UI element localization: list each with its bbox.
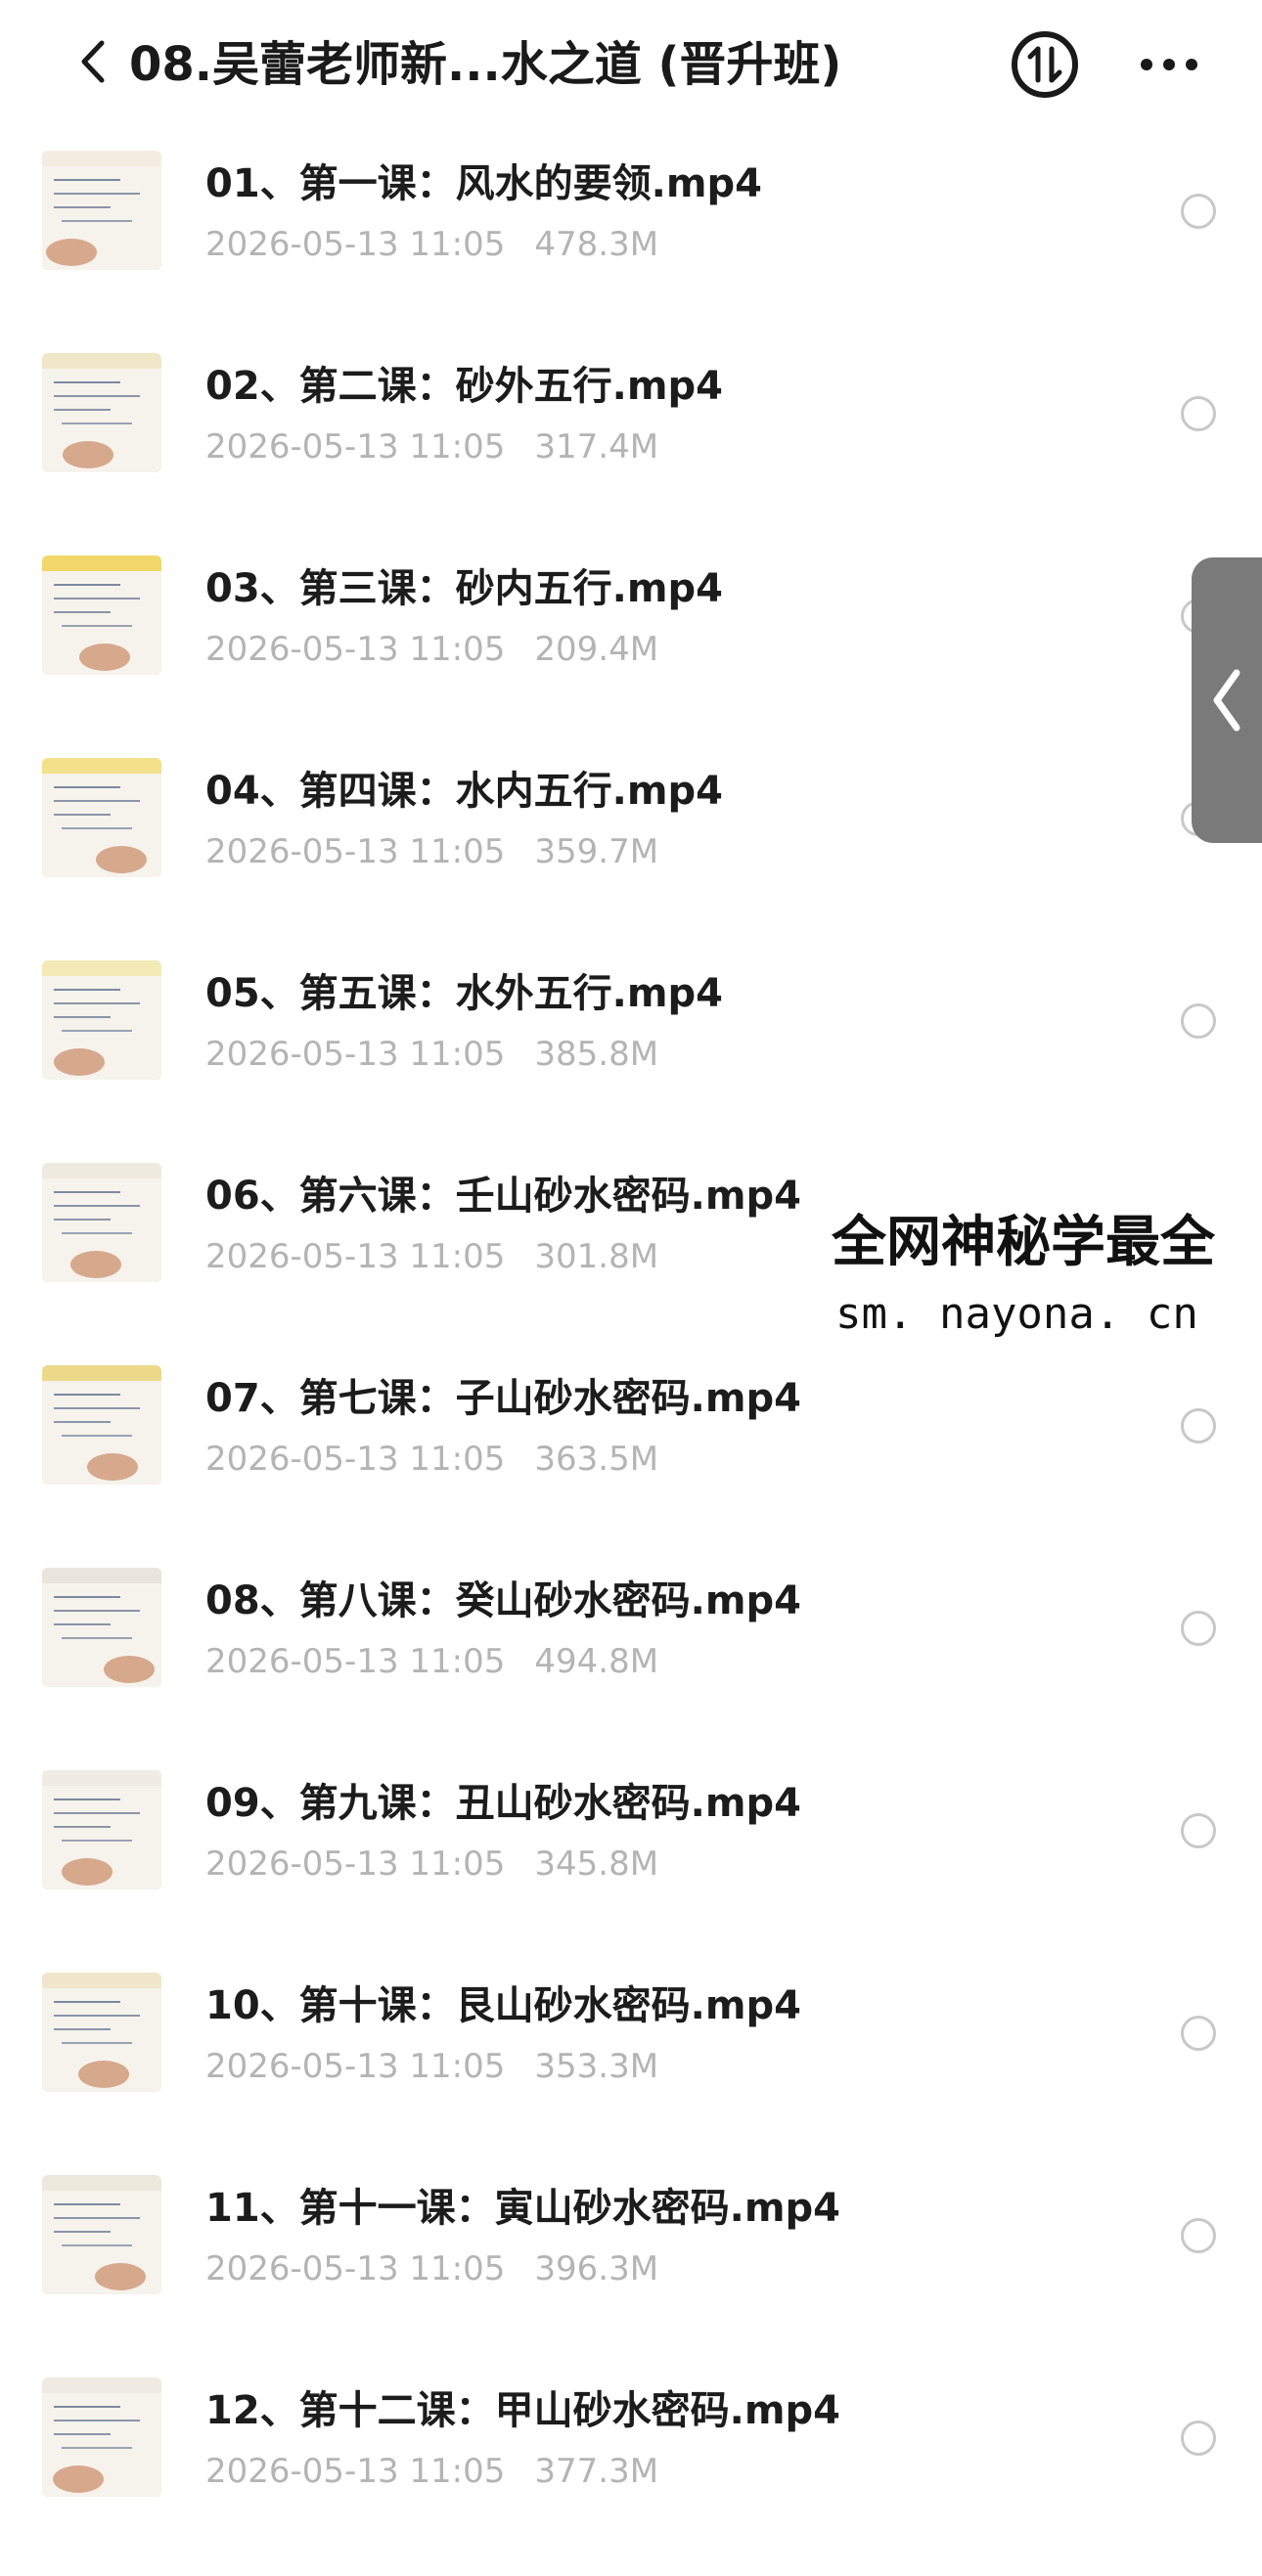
file-size: 396.3M	[534, 2249, 659, 2288]
file-size: 345.8M	[534, 1844, 659, 1884]
file-date: 2026-05-13 11:05	[205, 630, 506, 669]
file-name: 07、第七课：子山砂水密码.mp4	[205, 1376, 802, 1421]
video-thumbnail	[42, 960, 161, 1080]
file-meta: 2026-05-13 11:05 363.5M	[205, 1436, 658, 1483]
file-meta: 2026-05-13 11:05 377.3M	[205, 2448, 658, 2495]
file-row[interactable]: 10、第十课：艮山砂水密码.mp4 2026-05-13 11:05 353.3M	[0, 1959, 1262, 2161]
more-dots-icon[interactable]	[1135, 43, 1203, 86]
file-date: 2026-05-13 11:05	[205, 1642, 506, 1681]
file-name: 05、第五课：水外五行.mp4	[205, 971, 724, 1016]
video-thumbnail	[42, 1973, 161, 2092]
file-size: 301.8M	[534, 1237, 659, 1276]
file-size: 359.7M	[534, 832, 659, 871]
file-meta: 2026-05-13 11:05 478.3M	[205, 221, 658, 268]
select-radio[interactable]	[1181, 396, 1216, 431]
file-size: 478.3M	[534, 225, 659, 264]
file-meta: 2026-05-13 11:05 209.4M	[205, 626, 658, 673]
file-name: 12、第十二课：甲山砂水密码.mp4	[205, 2388, 841, 2433]
file-list-screen: 08.吴蕾老师新...水之道 (晋升班) 01、第一课：风水的要领.mp4 202…	[0, 0, 1262, 2576]
file-size: 353.3M	[534, 2047, 659, 2086]
chevron-left-icon[interactable]	[70, 37, 119, 86]
file-meta: 2026-05-13 11:05 353.3M	[205, 2043, 658, 2090]
file-size: 385.8M	[534, 1035, 659, 1074]
select-radio[interactable]	[1181, 1003, 1216, 1039]
select-radio[interactable]	[1181, 2218, 1216, 2253]
video-thumbnail	[42, 1568, 161, 1687]
file-row[interactable]: 05、第五课：水外五行.mp4 2026-05-13 11:05 385.8M	[0, 947, 1262, 1149]
video-thumbnail	[42, 151, 161, 270]
sort-swap-icon[interactable]	[1010, 29, 1080, 100]
file-name: 10、第十课：艮山砂水密码.mp4	[205, 1983, 802, 2028]
file-date: 2026-05-13 11:05	[205, 832, 506, 871]
file-row[interactable]: 02、第二课：砂外五行.mp4 2026-05-13 11:05 317.4M	[0, 339, 1262, 542]
file-name: 01、第一课：风水的要领.mp4	[205, 161, 763, 206]
file-row[interactable]: 04、第四课：水内五行.mp4 2026-05-13 11:05 359.7M	[0, 744, 1262, 947]
video-thumbnail	[42, 2377, 161, 2497]
watermark-url: sm. nayona. cn	[835, 1289, 1198, 1339]
file-date: 2026-05-13 11:05	[205, 1440, 506, 1479]
side-drawer-tab[interactable]	[1192, 557, 1262, 843]
video-thumbnail	[42, 1770, 161, 1889]
file-name: 11、第十一课：寅山砂水密码.mp4	[205, 2186, 841, 2231]
file-meta: 2026-05-13 11:05 385.8M	[205, 1031, 658, 1078]
select-radio[interactable]	[1181, 2421, 1216, 2456]
file-date: 2026-05-13 11:05	[205, 225, 506, 264]
file-meta: 2026-05-13 11:05 494.8M	[205, 1638, 658, 1685]
file-row[interactable]: 08、第八课：癸山砂水密码.mp4 2026-05-13 11:05 494.8M	[0, 1554, 1262, 1756]
file-row[interactable]: 12、第十二课：甲山砂水密码.mp4 2026-05-13 11:05 377.3M	[0, 2364, 1262, 2566]
file-date: 2026-05-13 11:05	[205, 427, 506, 466]
select-radio[interactable]	[1181, 1611, 1216, 1646]
video-thumbnail	[42, 2175, 161, 2294]
file-size: 209.4M	[534, 630, 659, 669]
file-meta: 2026-05-13 11:05 345.8M	[205, 1841, 658, 1888]
file-meta: 2026-05-13 11:05 396.3M	[205, 2245, 658, 2292]
file-row[interactable]: 03、第三课：砂内五行.mp4 2026-05-13 11:05 209.4M	[0, 542, 1262, 744]
video-thumbnail	[42, 353, 161, 472]
file-date: 2026-05-13 11:05	[205, 2452, 506, 2491]
file-meta: 2026-05-13 11:05 359.7M	[205, 828, 658, 875]
file-date: 2026-05-13 11:05	[205, 1844, 506, 1884]
file-name: 02、第二课：砂外五行.mp4	[205, 364, 724, 409]
file-name: 04、第四课：水内五行.mp4	[205, 769, 724, 814]
video-thumbnail	[42, 555, 161, 675]
file-meta: 2026-05-13 11:05 317.4M	[205, 423, 658, 470]
file-row[interactable]: 09、第九课：丑山砂水密码.mp4 2026-05-13 11:05 345.8M	[0, 1756, 1262, 1959]
watermark-text: 全网神秘学最全	[832, 1211, 1215, 1274]
select-radio[interactable]	[1181, 194, 1216, 229]
video-thumbnail	[42, 758, 161, 877]
top-bar: 08.吴蕾老师新...水之道 (晋升班)	[0, 0, 1262, 137]
file-date: 2026-05-13 11:05	[205, 1237, 506, 1276]
file-date: 2026-05-13 11:05	[205, 2047, 506, 2086]
select-radio[interactable]	[1181, 2016, 1216, 2051]
file-row[interactable]: 07、第七课：子山砂水密码.mp4 2026-05-13 11:05 363.5M	[0, 1352, 1262, 1554]
file-size: 317.4M	[534, 427, 659, 466]
file-name: 09、第九课：丑山砂水密码.mp4	[205, 1781, 802, 1826]
file-meta: 2026-05-13 11:05 301.8M	[205, 1233, 658, 1280]
file-size: 377.3M	[534, 2452, 659, 2491]
select-radio[interactable]	[1181, 1408, 1216, 1443]
video-thumbnail	[42, 1163, 161, 1282]
file-row[interactable]: 01、第一课：风水的要领.mp4 2026-05-13 11:05 478.3M	[0, 137, 1262, 339]
watermark: 全网神秘学最全 sm. nayona. cn	[832, 1201, 1262, 1357]
file-row[interactable]: 11、第十一课：寅山砂水密码.mp4 2026-05-13 11:05 396.3M	[0, 2161, 1262, 2364]
file-date: 2026-05-13 11:05	[205, 1035, 506, 1074]
select-radio[interactable]	[1181, 1813, 1216, 1848]
folder-title: 08.吴蕾老师新...水之道 (晋升班)	[129, 37, 842, 92]
chevron-left-icon	[1213, 669, 1240, 732]
file-name: 03、第三课：砂内五行.mp4	[205, 566, 724, 611]
file-size: 494.8M	[534, 1642, 659, 1681]
video-thumbnail	[42, 1365, 161, 1485]
file-name: 08、第八课：癸山砂水密码.mp4	[205, 1578, 802, 1623]
file-date: 2026-05-13 11:05	[205, 2249, 506, 2288]
file-size: 363.5M	[534, 1440, 659, 1479]
